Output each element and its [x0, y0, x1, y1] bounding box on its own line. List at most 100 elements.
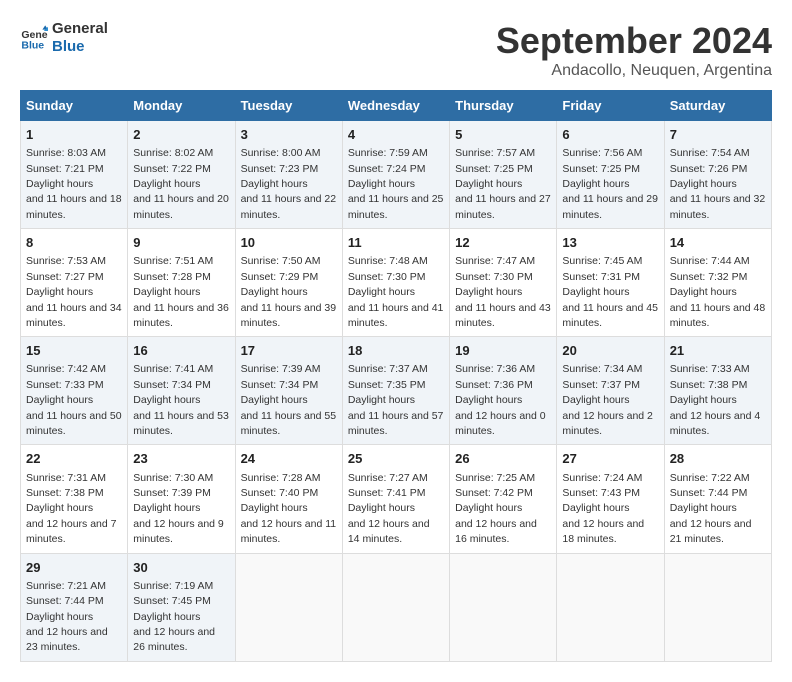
days-of-week-row: SundayMondayTuesdayWednesdayThursdayFrid… — [21, 91, 772, 121]
sunrise-info: Sunrise: 7:25 AM — [455, 472, 535, 484]
daylight-duration: and 11 hours and 36 minutes. — [133, 302, 229, 329]
daylight-label: Daylight hours — [26, 502, 93, 514]
sunset-info: Sunset: 7:25 PM — [562, 163, 640, 175]
sunset-info: Sunset: 7:45 PM — [133, 595, 211, 607]
daylight-label: Daylight hours — [26, 394, 93, 406]
daylight-duration: and 11 hours and 45 minutes. — [562, 302, 658, 329]
daylight-label: Daylight hours — [348, 286, 415, 298]
calendar-cell: 29 Sunrise: 7:21 AM Sunset: 7:44 PM Dayl… — [21, 553, 128, 661]
sunrise-info: Sunrise: 7:28 AM — [241, 472, 321, 484]
calendar-cell: 4 Sunrise: 7:59 AM Sunset: 7:24 PM Dayli… — [342, 121, 449, 229]
daylight-duration: and 12 hours and 26 minutes. — [133, 626, 215, 653]
daylight-duration: and 11 hours and 22 minutes. — [241, 193, 337, 220]
sunset-info: Sunset: 7:27 PM — [26, 271, 104, 283]
calendar-cell: 22 Sunrise: 7:31 AM Sunset: 7:38 PM Dayl… — [21, 445, 128, 553]
day-number: 8 — [26, 234, 122, 252]
location-subtitle: Andacollo, Neuquen, Argentina — [496, 62, 772, 80]
sunset-info: Sunset: 7:37 PM — [562, 379, 640, 391]
daylight-duration: and 12 hours and 14 minutes. — [348, 518, 430, 545]
day-number: 11 — [348, 234, 444, 252]
calendar-cell: 3 Sunrise: 8:00 AM Sunset: 7:23 PM Dayli… — [235, 121, 342, 229]
daylight-duration: and 12 hours and 7 minutes. — [26, 518, 117, 545]
daylight-label: Daylight hours — [562, 502, 629, 514]
day-of-week-header: Tuesday — [235, 91, 342, 121]
sunrise-info: Sunrise: 8:00 AM — [241, 147, 321, 159]
daylight-label: Daylight hours — [133, 394, 200, 406]
calendar-cell: 12 Sunrise: 7:47 AM Sunset: 7:30 PM Dayl… — [450, 229, 557, 337]
sunset-info: Sunset: 7:25 PM — [455, 163, 533, 175]
day-number: 4 — [348, 126, 444, 144]
sunrise-info: Sunrise: 7:56 AM — [562, 147, 642, 159]
sunset-info: Sunset: 7:28 PM — [133, 271, 211, 283]
day-number: 7 — [670, 126, 766, 144]
daylight-label: Daylight hours — [670, 286, 737, 298]
daylight-duration: and 11 hours and 34 minutes. — [26, 302, 122, 329]
sunset-info: Sunset: 7:34 PM — [241, 379, 319, 391]
sunrise-info: Sunrise: 7:57 AM — [455, 147, 535, 159]
day-number: 12 — [455, 234, 551, 252]
logo: General Blue General Blue — [20, 20, 108, 56]
sunrise-info: Sunrise: 7:59 AM — [348, 147, 428, 159]
sunset-info: Sunset: 7:33 PM — [26, 379, 104, 391]
sunset-info: Sunset: 7:31 PM — [562, 271, 640, 283]
day-of-week-header: Monday — [128, 91, 235, 121]
calendar-table: SundayMondayTuesdayWednesdayThursdayFrid… — [20, 90, 772, 662]
daylight-duration: and 12 hours and 4 minutes. — [670, 410, 761, 437]
calendar-cell — [664, 553, 771, 661]
day-of-week-header: Thursday — [450, 91, 557, 121]
day-number: 6 — [562, 126, 658, 144]
sunset-info: Sunset: 7:30 PM — [348, 271, 426, 283]
sunrise-info: Sunrise: 7:27 AM — [348, 472, 428, 484]
calendar-cell: 20 Sunrise: 7:34 AM Sunset: 7:37 PM Dayl… — [557, 337, 664, 445]
day-number: 18 — [348, 342, 444, 360]
day-of-week-header: Sunday — [21, 91, 128, 121]
day-number: 14 — [670, 234, 766, 252]
sunrise-info: Sunrise: 7:42 AM — [26, 363, 106, 375]
calendar-week-row: 8 Sunrise: 7:53 AM Sunset: 7:27 PM Dayli… — [21, 229, 772, 337]
sunrise-info: Sunrise: 8:02 AM — [133, 147, 213, 159]
daylight-label: Daylight hours — [133, 502, 200, 514]
sunrise-info: Sunrise: 7:41 AM — [133, 363, 213, 375]
sunset-info: Sunset: 7:44 PM — [670, 487, 748, 499]
calendar-cell: 24 Sunrise: 7:28 AM Sunset: 7:40 PM Dayl… — [235, 445, 342, 553]
calendar-cell: 28 Sunrise: 7:22 AM Sunset: 7:44 PM Dayl… — [664, 445, 771, 553]
day-number: 17 — [241, 342, 337, 360]
sunset-info: Sunset: 7:29 PM — [241, 271, 319, 283]
daylight-duration: and 11 hours and 27 minutes. — [455, 193, 551, 220]
calendar-cell: 14 Sunrise: 7:44 AM Sunset: 7:32 PM Dayl… — [664, 229, 771, 337]
daylight-duration: and 11 hours and 39 minutes. — [241, 302, 337, 329]
sunrise-info: Sunrise: 7:53 AM — [26, 255, 106, 267]
calendar-cell: 23 Sunrise: 7:30 AM Sunset: 7:39 PM Dayl… — [128, 445, 235, 553]
calendar-cell: 11 Sunrise: 7:48 AM Sunset: 7:30 PM Dayl… — [342, 229, 449, 337]
daylight-duration: and 11 hours and 48 minutes. — [670, 302, 766, 329]
calendar-week-row: 22 Sunrise: 7:31 AM Sunset: 7:38 PM Dayl… — [21, 445, 772, 553]
day-number: 22 — [26, 450, 122, 468]
calendar-week-row: 15 Sunrise: 7:42 AM Sunset: 7:33 PM Dayl… — [21, 337, 772, 445]
calendar-cell: 8 Sunrise: 7:53 AM Sunset: 7:27 PM Dayli… — [21, 229, 128, 337]
calendar-cell: 10 Sunrise: 7:50 AM Sunset: 7:29 PM Dayl… — [235, 229, 342, 337]
sunrise-info: Sunrise: 7:22 AM — [670, 472, 750, 484]
daylight-duration: and 12 hours and 9 minutes. — [133, 518, 224, 545]
daylight-label: Daylight hours — [455, 178, 522, 190]
daylight-label: Daylight hours — [26, 178, 93, 190]
sunset-info: Sunset: 7:44 PM — [26, 595, 104, 607]
calendar-cell: 17 Sunrise: 7:39 AM Sunset: 7:34 PM Dayl… — [235, 337, 342, 445]
sunrise-info: Sunrise: 7:19 AM — [133, 580, 213, 592]
day-number: 10 — [241, 234, 337, 252]
daylight-label: Daylight hours — [455, 502, 522, 514]
calendar-cell: 16 Sunrise: 7:41 AM Sunset: 7:34 PM Dayl… — [128, 337, 235, 445]
daylight-duration: and 12 hours and 21 minutes. — [670, 518, 752, 545]
calendar-cell: 26 Sunrise: 7:25 AM Sunset: 7:42 PM Dayl… — [450, 445, 557, 553]
calendar-cell: 13 Sunrise: 7:45 AM Sunset: 7:31 PM Dayl… — [557, 229, 664, 337]
calendar-cell: 30 Sunrise: 7:19 AM Sunset: 7:45 PM Dayl… — [128, 553, 235, 661]
day-number: 19 — [455, 342, 551, 360]
sunrise-info: Sunrise: 7:36 AM — [455, 363, 535, 375]
calendar-cell: 18 Sunrise: 7:37 AM Sunset: 7:35 PM Dayl… — [342, 337, 449, 445]
logo-line1: General — [52, 20, 108, 38]
daylight-label: Daylight hours — [241, 178, 308, 190]
calendar-week-row: 29 Sunrise: 7:21 AM Sunset: 7:44 PM Dayl… — [21, 553, 772, 661]
daylight-label: Daylight hours — [670, 394, 737, 406]
day-number: 9 — [133, 234, 229, 252]
sunset-info: Sunset: 7:38 PM — [670, 379, 748, 391]
day-number: 20 — [562, 342, 658, 360]
